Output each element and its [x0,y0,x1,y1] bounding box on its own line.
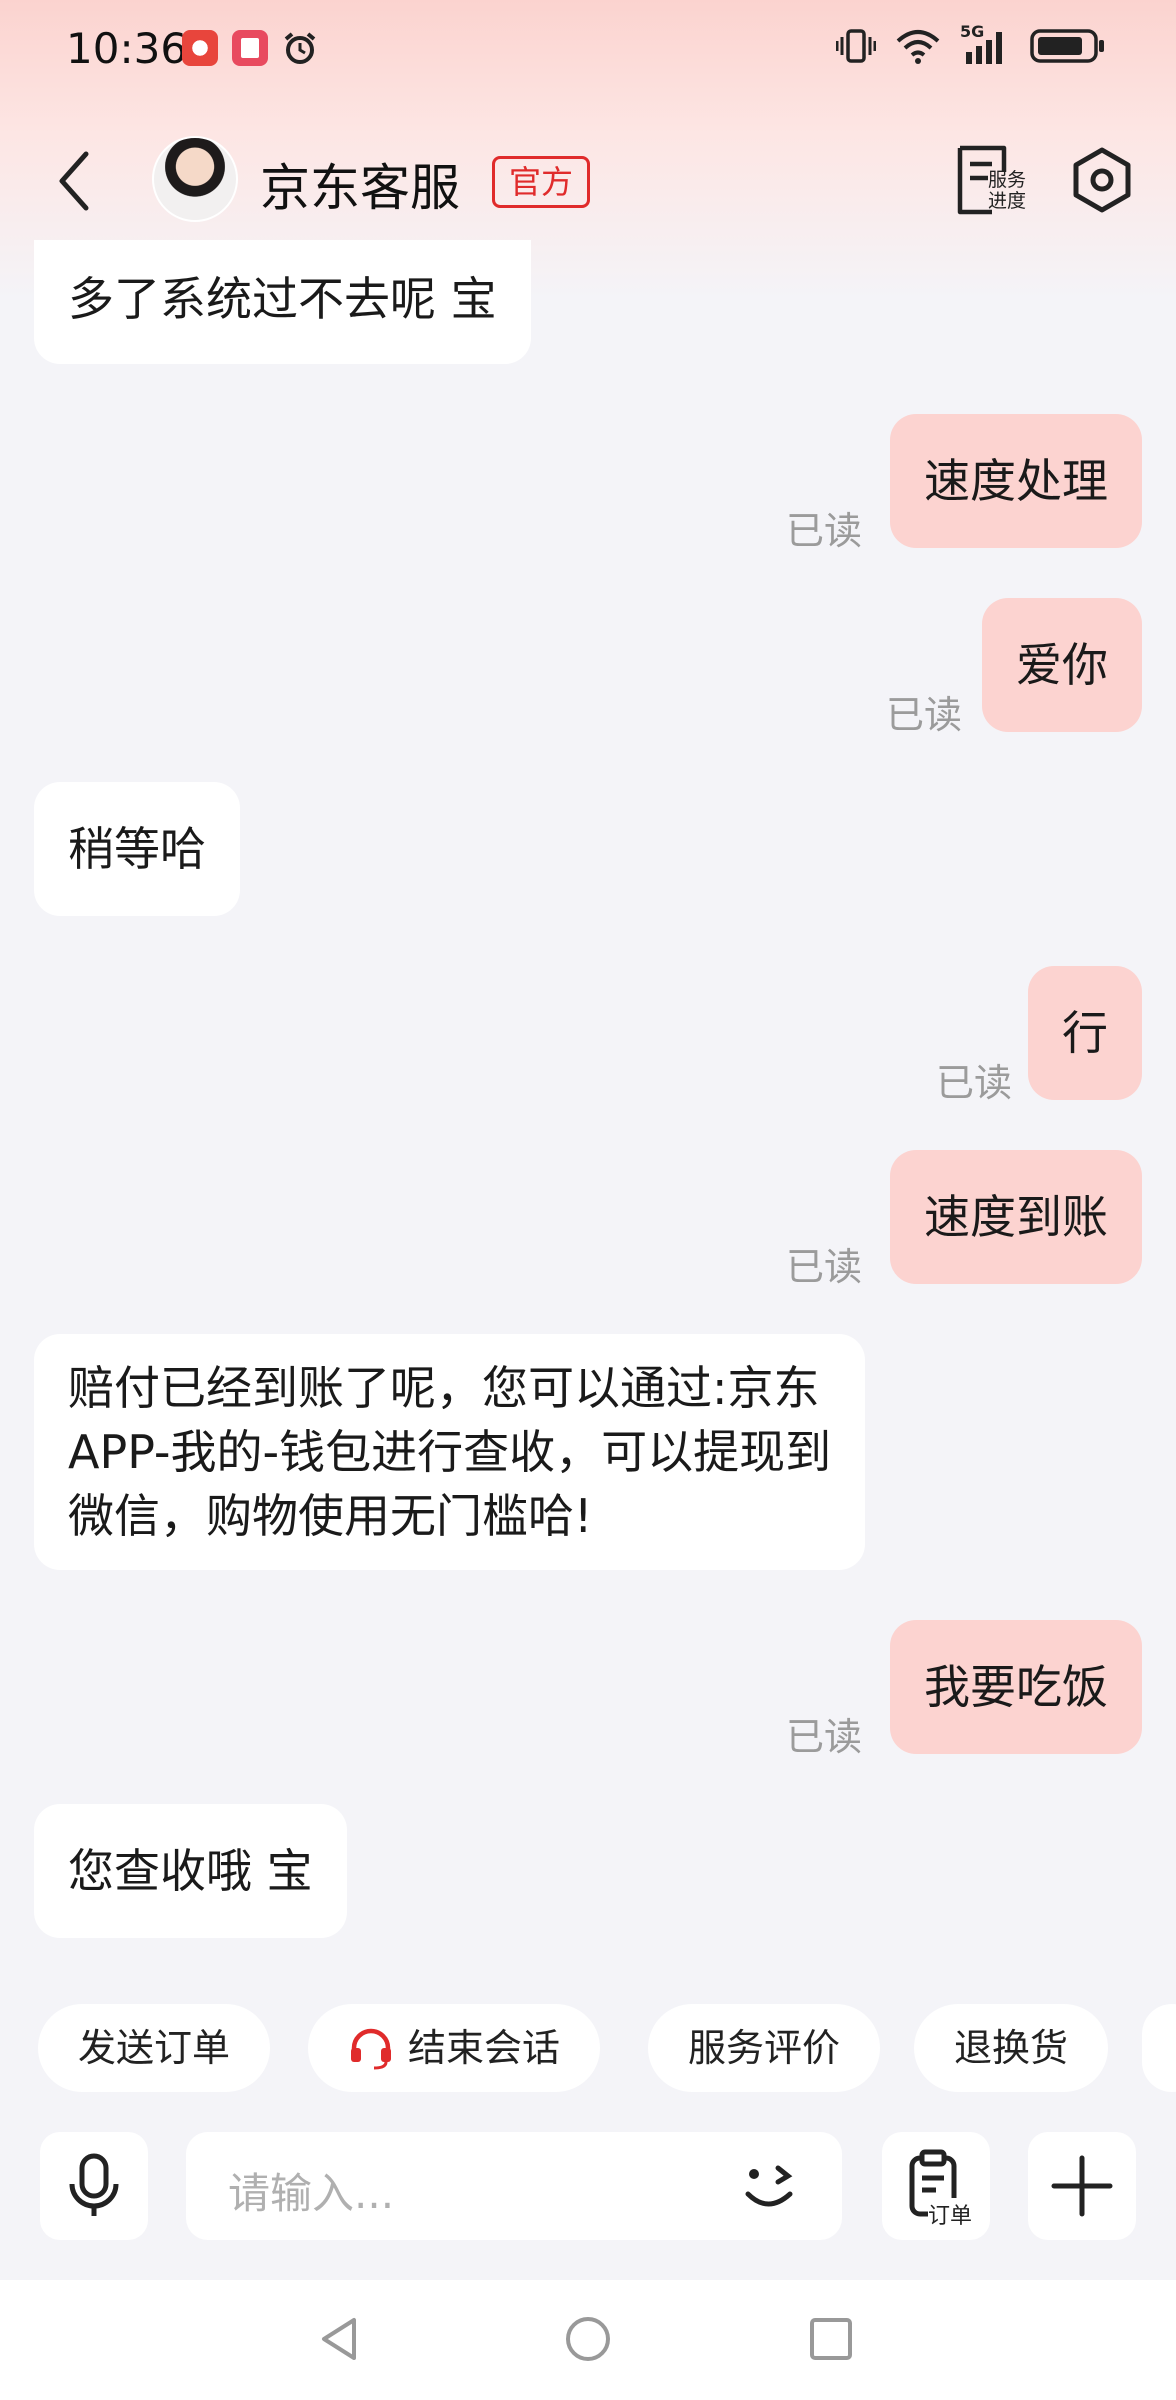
headset-icon [351,2028,391,2070]
quick-reply-label: 服务评价 [688,2026,841,2070]
read-receipt: 已读 [786,1245,863,1289]
nav-recents-icon[interactable] [806,2314,856,2364]
quick-reply-label: 发送订单 [78,2026,231,2070]
system-navigation-bar [0,2280,1176,2400]
wifi-icon [896,30,940,64]
back-arrow-icon[interactable] [50,146,100,216]
quick-reply-label: 结束会话 [408,2026,561,2070]
microphone-icon [69,2153,119,2216]
official-badge: 官方 [492,156,591,208]
service-progress-button[interactable]: 服务 进度 [952,144,1028,218]
message-bubble-outgoing[interactable]: 速度处理 [890,414,1142,548]
alarm-icon [284,32,316,64]
chat-header: 京东客服 官方 服务 进度 [0,120,1176,240]
chat-title: 京东客服 [260,159,460,217]
quick-reply-end-session[interactable]: 结束会话 [308,2004,601,2092]
message-line: 赔付已经到账了呢，您可以通过:京东 [68,1361,820,1415]
read-receipt: 已读 [786,1715,863,1759]
quick-reply-send-order[interactable]: 发送订单 [38,2004,271,2092]
emoji-icon[interactable] [734,2150,806,2222]
message-bubble-incoming[interactable]: 稍等哈 [34,782,240,916]
battery-icon [1030,29,1104,63]
voice-button[interactable] [40,2132,148,2240]
read-receipt: 已读 [936,1061,1013,1105]
plus-icon [1051,2155,1113,2217]
signal-icon: 5G [960,22,1012,66]
message-bubble-incoming[interactable]: 多了系统过不去呢 宝 [34,240,531,364]
quick-reply-overflow[interactable] [1142,2004,1176,2092]
app-notification-icon [182,30,218,66]
message-bubble-outgoing[interactable]: 我要吃饭 [890,1620,1142,1754]
nav-back-icon[interactable] [316,2314,366,2364]
read-receipt: 已读 [886,693,963,737]
quick-reply-return-exchange[interactable]: 退换货 [914,2004,1109,2092]
settings-gear-icon[interactable] [1068,146,1136,214]
order-button-label: 订单 [928,2198,973,2230]
quick-reply-service-rating[interactable]: 服务评价 [648,2004,881,2092]
nav-home-icon[interactable] [563,2314,613,2364]
read-receipt: 已读 [786,509,863,553]
input-bar: 请输入... 订单 [0,2110,1176,2280]
status-time: 10:36 [66,24,188,73]
message-bubble-outgoing[interactable]: 行 [1028,966,1142,1100]
message-line: 微信，购物使用无门槛哈! [68,1489,593,1543]
notification-icons [182,30,318,66]
message-bubble-outgoing[interactable]: 速度到账 [890,1150,1142,1284]
agent-avatar[interactable] [152,136,238,222]
message-line: APP-我的-钱包进行查收，可以提现到 [68,1425,832,1479]
message-bubble-incoming[interactable]: 您查收哦 宝 [34,1804,347,1938]
vibrate-icon [836,29,876,63]
system-icons: 5G [836,22,1106,66]
message-input[interactable]: 请输入... [186,2132,842,2240]
more-button[interactable] [1028,2132,1136,2240]
message-bubble-incoming[interactable]: 赔付已经到账了呢，您可以通过:京东 APP-我的-钱包进行查收，可以提现到 微信… [34,1334,866,1570]
quick-reply-label: 退换货 [954,2026,1069,2070]
status-bar: 10:36 5G [0,0,1176,100]
service-progress-label: 服务 进度 [988,169,1027,212]
message-bubble-outgoing[interactable]: 爱你 [982,598,1142,732]
input-placeholder: 请输入... [228,2169,395,2218]
order-button[interactable]: 订单 [882,2132,990,2240]
book-app-icon [232,30,268,66]
